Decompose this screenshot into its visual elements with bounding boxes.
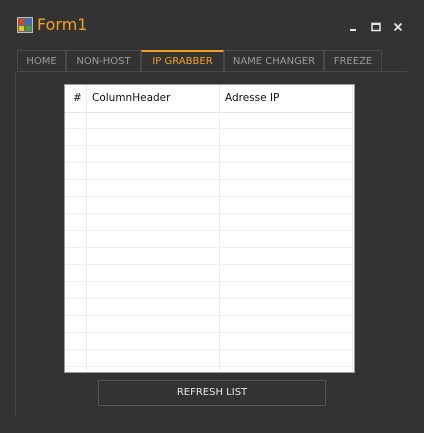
- tab-ip-grabber[interactable]: IP GRABBER: [141, 50, 224, 72]
- tab-non-host[interactable]: NON-HOST: [66, 50, 141, 72]
- app-icon: [17, 17, 33, 33]
- grid-line: [65, 298, 354, 299]
- panel-border: [15, 72, 16, 417]
- list-header: # ColumnHeader Adresse IP: [65, 85, 354, 113]
- column-header-number[interactable]: #: [73, 85, 82, 112]
- grid-line: [65, 247, 354, 248]
- grid-line: [65, 162, 354, 163]
- tab-strip: HOME NON-HOST IP GRABBER NAME CHANGER FR…: [17, 50, 382, 72]
- grid-line: [65, 366, 354, 367]
- grid-line: [65, 332, 354, 333]
- ip-list-view[interactable]: # ColumnHeader Adresse IP: [64, 84, 355, 373]
- window-title: Form1: [37, 15, 88, 34]
- column-header-name[interactable]: ColumnHeader: [92, 85, 170, 112]
- grid-line: [65, 264, 354, 265]
- maximize-icon[interactable]: [370, 18, 382, 32]
- tab-divider: [17, 71, 407, 72]
- grid-line: [65, 315, 354, 316]
- minimize-icon[interactable]: [347, 18, 359, 31]
- grid-line: [65, 179, 354, 180]
- grid-line: [65, 349, 354, 350]
- main-window: Form1 HOME NON-HOST IP GRABBER NAME CHAN…: [0, 0, 424, 433]
- grid-line: [65, 145, 354, 146]
- tab-home[interactable]: HOME: [17, 50, 66, 72]
- grid-line: [65, 196, 354, 197]
- grid-line: [65, 281, 354, 282]
- column-header-ip[interactable]: Adresse IP: [225, 85, 279, 112]
- grid-line: [65, 213, 354, 214]
- refresh-list-button[interactable]: REFRESH LIST: [98, 380, 326, 406]
- tab-freeze[interactable]: FREEZE: [324, 50, 382, 72]
- grid-line: [65, 128, 354, 129]
- grid-line: [65, 230, 354, 231]
- close-icon[interactable]: [392, 18, 404, 32]
- title-bar: Form1: [0, 0, 424, 46]
- tab-name-changer[interactable]: NAME CHANGER: [224, 50, 324, 72]
